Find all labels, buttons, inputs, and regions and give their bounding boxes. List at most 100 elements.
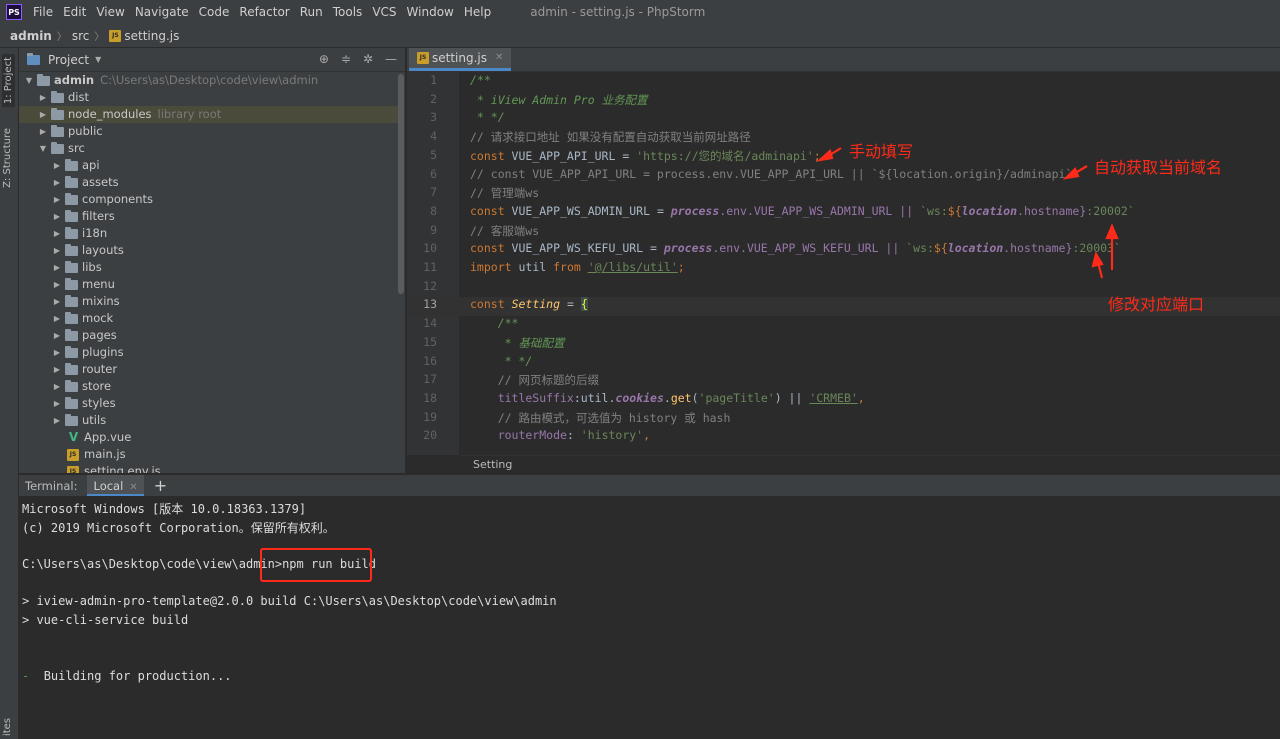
terminal-tab-local[interactable]: Local ✕ (87, 474, 144, 497)
menu-window[interactable]: Window (402, 5, 459, 19)
collapsed-arrow-icon[interactable]: ▶ (51, 242, 63, 259)
close-icon[interactable]: ✕ (129, 482, 137, 493)
tree-item-router[interactable]: ▶ router (19, 361, 399, 378)
code-text: // 路由模式，可选值为 history 或 hash (470, 410, 731, 426)
project-scrollbar[interactable] (398, 74, 404, 294)
doc-comment: * 基础配置 (470, 335, 565, 350)
collapsed-arrow-icon[interactable]: ▶ (51, 157, 63, 174)
collapsed-arrow-icon[interactable]: ▶ (51, 259, 63, 276)
collapsed-arrow-icon[interactable]: ▶ (37, 123, 49, 140)
collapsed-arrow-icon[interactable]: ▶ (37, 89, 49, 106)
tree-item-mixins[interactable]: ▶ mixins (19, 293, 399, 310)
expanded-arrow-icon[interactable]: ▼ (23, 72, 35, 89)
tree-item-libs[interactable]: ▶ libs (19, 259, 399, 276)
menu-code[interactable]: Code (194, 5, 235, 19)
menu-vcs[interactable]: VCS (367, 5, 401, 19)
tree-item-layouts[interactable]: ▶ layouts (19, 242, 399, 259)
collapsed-arrow-icon[interactable]: ▶ (51, 276, 63, 293)
terminal-output[interactable]: Microsoft Windows [版本 10.0.18363.1379] (… (19, 496, 1280, 739)
tree-item-styles[interactable]: ▶ styles (19, 395, 399, 412)
tree-item-pages[interactable]: ▶ pages (19, 327, 399, 344)
add-terminal-icon[interactable]: + (154, 476, 167, 495)
tree-item-label: mixins (82, 294, 120, 308)
menu-help[interactable]: Help (459, 5, 496, 19)
collapsed-arrow-icon[interactable]: ▶ (51, 208, 63, 225)
code-text: titleSuffix:util.cookies.get('pageTitle'… (470, 391, 865, 405)
tree-item-label: api (82, 158, 100, 172)
code-text: * */ (470, 354, 533, 368)
collapsed-arrow-icon[interactable]: ▶ (51, 191, 63, 208)
tree-item-store[interactable]: ▶ store (19, 378, 399, 395)
tree-item-components[interactable]: ▶ components (19, 191, 399, 208)
tool-window-project[interactable]: 1: Project (2, 54, 15, 108)
menu-bar: PS File Edit View Navigate Code Refactor… (0, 0, 1280, 24)
project-panel-title[interactable]: Project (48, 53, 89, 67)
tool-window-favorites[interactable]: ites (2, 718, 13, 736)
identifier: VUE_APP_WS_ADMIN_URL = (504, 203, 671, 218)
tree-item-mock[interactable]: ▶ mock (19, 310, 399, 327)
menu-file[interactable]: File (28, 5, 58, 19)
editor-breadcrumb-footer[interactable]: Setting (459, 455, 1280, 473)
breadcrumb-folder[interactable]: src (72, 29, 90, 43)
menu-edit[interactable]: Edit (58, 5, 91, 19)
tree-item-i18n[interactable]: ▶ i18n (19, 225, 399, 242)
close-icon[interactable]: ✕ (495, 52, 503, 63)
terminal-label: Terminal: (25, 478, 78, 493)
tree-item-menu[interactable]: ▶ menu (19, 276, 399, 293)
tree-item-setting-env-js[interactable]: JS setting.env.js (19, 463, 399, 473)
tree-item-node-modules[interactable]: ▶ node_modules library root (19, 106, 399, 123)
comment: // 路由模式，可选值为 history 或 hash (470, 410, 731, 425)
menu-tools[interactable]: Tools (328, 5, 368, 19)
code-line: 1 /** (407, 73, 1280, 92)
tool-window-structure[interactable]: Z: Structure (2, 128, 13, 188)
line-number: 4 (430, 129, 437, 144)
menu-view[interactable]: View (91, 5, 129, 19)
collapsed-arrow-icon[interactable]: ▶ (51, 174, 63, 191)
menu-navigate[interactable]: Navigate (130, 5, 194, 19)
collapsed-arrow-icon[interactable]: ▶ (51, 327, 63, 344)
minimize-icon[interactable]: — (385, 52, 397, 66)
tree-item-label: dist (68, 90, 89, 104)
gear-icon[interactable]: ✲ (363, 52, 373, 66)
code-area[interactable]: 1 /** 2 * iView Admin Pro 业务配置 3 * */ 4 //… (407, 72, 1280, 455)
keyword: from (553, 260, 581, 274)
tree-item-root[interactable]: ▼ admin C:\Users\as\Desktop\code\view\ad… (19, 72, 399, 89)
collapsed-arrow-icon[interactable]: ▶ (51, 412, 63, 429)
locate-icon[interactable]: ⊕ (319, 52, 329, 66)
collapsed-arrow-icon[interactable]: ▶ (51, 293, 63, 310)
collapsed-arrow-icon[interactable]: ▶ (51, 344, 63, 361)
tree-item-dist[interactable]: ▶ dist (19, 89, 399, 106)
breadcrumb-file[interactable]: setting.js (124, 29, 179, 43)
code-line: 20 routerMode: 'history', (407, 428, 1280, 447)
tree-item-api[interactable]: ▶ api (19, 157, 399, 174)
collapse-all-icon[interactable]: ≑ (341, 52, 351, 66)
tree-item-plugins[interactable]: ▶ plugins (19, 344, 399, 361)
tab-setting-js[interactable]: JS setting.js ✕ (409, 48, 512, 71)
tree-item-src[interactable]: ▼ src (19, 140, 399, 157)
annotation-port: 修改对应端口 (1108, 295, 1205, 314)
breadcrumb-root[interactable]: admin (10, 29, 52, 43)
collapsed-arrow-icon[interactable]: ▶ (51, 395, 63, 412)
folder-icon (51, 90, 64, 103)
expanded-arrow-icon[interactable]: ▼ (37, 140, 49, 157)
collapsed-arrow-icon[interactable]: ▶ (51, 310, 63, 327)
dropdown-arrow-icon[interactable]: ▼ (95, 55, 101, 64)
collapsed-arrow-icon[interactable]: ▶ (51, 378, 63, 395)
annotation-auto: 自动获取当前域名 (1094, 158, 1223, 177)
tree-item-public[interactable]: ▶ public (19, 123, 399, 140)
tree-item-main-js[interactable]: JS main.js (19, 446, 399, 463)
property: routerMode (470, 428, 567, 443)
tree-item-filters[interactable]: ▶ filters (19, 208, 399, 225)
tree-item-assets[interactable]: ▶ assets (19, 174, 399, 191)
menu-run[interactable]: Run (295, 5, 328, 19)
collapsed-arrow-icon[interactable]: ▶ (51, 225, 63, 242)
code-text: routerMode: 'history', (470, 428, 650, 442)
terminal-status-text: Building for production... (43, 669, 232, 683)
menu-refactor[interactable]: Refactor (234, 5, 294, 19)
tree-item-utils[interactable]: ▶ utils (19, 412, 399, 429)
collapsed-arrow-icon[interactable]: ▶ (37, 106, 49, 123)
folder-icon (65, 175, 78, 188)
tree-item-app-vue[interactable]: V App.vue (19, 429, 399, 446)
folder-icon (65, 379, 78, 392)
collapsed-arrow-icon[interactable]: ▶ (51, 361, 63, 378)
